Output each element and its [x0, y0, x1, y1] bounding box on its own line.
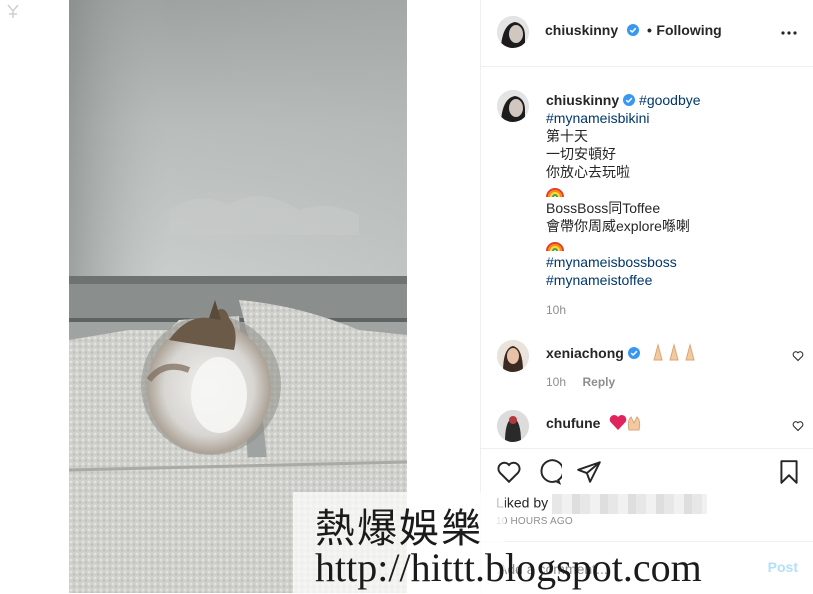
heart-hands-emoji	[609, 414, 641, 431]
hashtag-bossboss[interactable]: #mynameisbossboss	[546, 253, 776, 271]
action-bar	[481, 448, 813, 495]
bookmark-icon[interactable]	[776, 459, 802, 485]
rainbow-emoji	[546, 181, 776, 199]
post-comment-button[interactable]: Post	[768, 559, 798, 575]
following-button[interactable]: Following	[656, 22, 721, 38]
caption-username[interactable]: chiuskinny	[546, 92, 619, 108]
comment-row: xeniachong	[546, 343, 698, 363]
post-header: chiuskinny • Following	[481, 0, 813, 67]
caption-first-line: chiuskinny #goodbye	[546, 91, 776, 109]
caption-line: 會帶你周威explore喺喇	[546, 218, 690, 234]
caption-line: 你放心去玩啦	[546, 164, 630, 180]
verified-icon	[623, 94, 636, 106]
left-margin	[0, 0, 69, 593]
author-avatar[interactable]	[497, 16, 529, 48]
hashtag-toffee[interactable]: #mynameistoffee	[546, 271, 776, 289]
caption-line: 一切安頓好	[546, 146, 616, 162]
comment-icon[interactable]	[536, 459, 562, 485]
header-separator: •	[647, 22, 652, 38]
comment-row: chufune	[546, 413, 643, 433]
caption-line: 第十天	[546, 128, 588, 144]
caption-time[interactable]: 10h	[546, 301, 776, 319]
watermark: 熱爆娛樂 http://hittt.blogspot.com	[293, 492, 763, 593]
heart-icon[interactable]	[792, 350, 804, 362]
hashtag-bikini[interactable]: #mynameisbikini	[546, 109, 776, 127]
comment-time[interactable]: 10h	[546, 375, 566, 389]
comment-avatar[interactable]	[497, 410, 529, 442]
header-username[interactable]: chiuskinny	[545, 22, 618, 38]
verified-icon	[627, 347, 640, 359]
verified-icon	[626, 24, 639, 36]
heart-icon[interactable]	[792, 420, 804, 432]
caption-line: BossBoss同Toffee	[546, 200, 661, 216]
logo-mark-icon	[7, 4, 19, 18]
comment-username[interactable]: xeniachong	[546, 345, 624, 361]
hashtag-goodbye[interactable]: #goodbye	[639, 92, 701, 108]
reply-button[interactable]: Reply	[582, 375, 615, 389]
caption: chiuskinny #goodbye #mynameisbikini 第十天 …	[546, 91, 776, 319]
more-icon[interactable]	[780, 24, 798, 42]
heart-icon[interactable]	[496, 459, 522, 485]
share-icon[interactable]	[576, 459, 602, 485]
rainbow-emoji	[546, 235, 776, 253]
praying-hands-emoji	[653, 343, 695, 361]
comment-avatar[interactable]	[497, 340, 529, 372]
comment-username[interactable]: chufune	[546, 415, 600, 431]
caption-avatar[interactable]	[497, 90, 529, 122]
header-author-row: chiuskinny • Following	[545, 22, 722, 40]
watermark-url: http://hittt.blogspot.com	[315, 545, 702, 590]
comment-meta: 10h Reply	[546, 373, 615, 391]
